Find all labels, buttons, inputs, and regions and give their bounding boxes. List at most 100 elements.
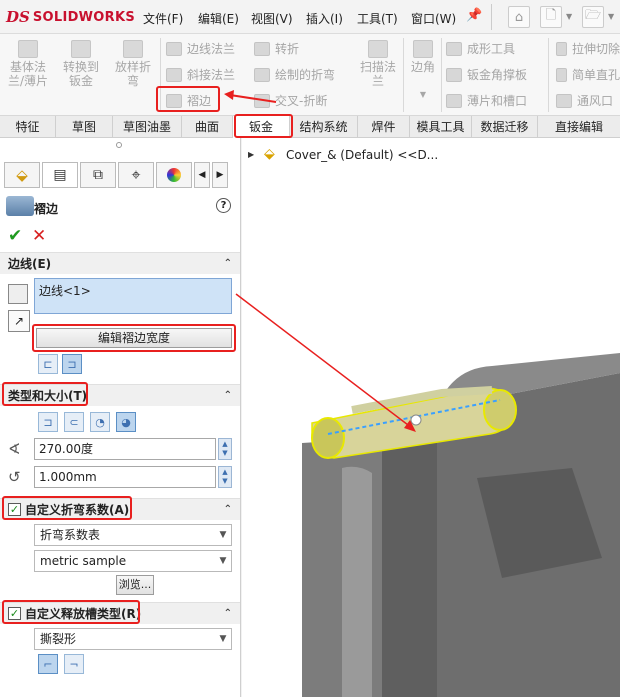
- radius-icon: ↺: [8, 468, 21, 486]
- sketched-bend-label: 绘制的折弯: [275, 68, 336, 82]
- solidworks-logo[interactable]: DS SOLIDWORKS: [6, 8, 135, 26]
- ok-button[interactable]: ✔: [8, 226, 22, 246]
- menu-insert[interactable]: 插入(I): [306, 10, 343, 27]
- bend-table-select[interactable]: metric sample ▼: [34, 550, 232, 572]
- chevron-down-icon[interactable]: ▼: [215, 525, 231, 545]
- callout-arrow: [224, 90, 277, 103]
- pin-icon[interactable]: 📌: [466, 8, 482, 23]
- base-flange-button[interactable]: 基体法兰/薄片: [6, 40, 50, 88]
- chevron-down-icon[interactable]: ▼: [608, 12, 614, 21]
- hem-rolled-icon[interactable]: ◕: [116, 412, 136, 432]
- hem-open-icon[interactable]: ⊂: [64, 412, 84, 432]
- edges-section-header[interactable]: 边线(E) ⌃: [0, 252, 240, 274]
- swept-flange-label: 扫描法兰: [359, 60, 396, 88]
- radius-input[interactable]: 1.000mm: [34, 466, 216, 488]
- jog-button[interactable]: 转折: [254, 40, 299, 57]
- home-icon[interactable]: ⌂: [508, 6, 530, 28]
- cancel-button[interactable]: ✕: [32, 226, 46, 246]
- hem-closed-icon[interactable]: ⊐: [38, 412, 58, 432]
- collapse-icon[interactable]: ⌃: [224, 390, 232, 401]
- jog-icon: [254, 41, 270, 56]
- tab-structure-system[interactable]: 结构系统: [290, 116, 358, 138]
- angle-input[interactable]: 270.00度: [34, 438, 216, 460]
- edge-flange-button[interactable]: 边线法兰: [166, 40, 235, 57]
- extruded-cut-label: 拉伸切除: [571, 42, 620, 56]
- gusset-label: 钣金角撑板: [467, 68, 528, 82]
- menu-window[interactable]: 窗口(W): [411, 10, 456, 27]
- rip-outside-icon[interactable]: ¬: [64, 654, 84, 674]
- hem-teardrop-icon[interactable]: ◔: [90, 412, 110, 432]
- new-document-icon[interactable]: 🗋: [540, 6, 562, 28]
- tab-data-migration[interactable]: 数据迁移: [472, 116, 538, 138]
- collapse-icon[interactable]: ⌃: [224, 504, 232, 515]
- dimxpert-icon[interactable]: ⌖: [118, 162, 154, 188]
- reverse-direction-icon[interactable]: ↗: [8, 310, 30, 332]
- open-folder-icon[interactable]: 🗁: [582, 6, 604, 28]
- tab-slot-label: 薄片和槽口: [467, 94, 528, 108]
- command-manager-tabs: 特征 草图 草图油墨 曲面 钣金 结构系统 焊件 模具工具 数据迁移 直接编辑: [0, 116, 620, 138]
- scroll-right-icon[interactable]: ▶: [212, 162, 228, 188]
- tab-mold-tools[interactable]: 模具工具: [410, 116, 472, 138]
- tab-features[interactable]: 特征: [0, 116, 56, 138]
- menu-view[interactable]: 视图(V): [251, 10, 293, 27]
- radius-spinner[interactable]: ▲ ▼: [218, 466, 232, 488]
- panel-grip-icon[interactable]: [116, 142, 122, 148]
- ribbon-divider: [441, 38, 442, 112]
- edges-selection-box[interactable]: 边线<1>: [34, 278, 232, 314]
- menu-file[interactable]: 文件(F): [143, 10, 183, 27]
- angle-spinner[interactable]: ▲ ▼: [218, 438, 232, 460]
- forming-tool-button[interactable]: 成形工具: [446, 40, 515, 57]
- hem-roll-front: [342, 466, 372, 697]
- bend-allowance-type-select[interactable]: 折弯系数表 ▼: [34, 524, 232, 546]
- feature-manager-icon[interactable]: ⬙: [4, 162, 40, 188]
- hem-highlight-box: [156, 86, 220, 112]
- tab-slot-icon: [446, 93, 462, 108]
- lofted-bend-label: 放样折弯: [114, 60, 151, 88]
- property-manager-icon[interactable]: ▤: [42, 162, 78, 188]
- lofted-bend-button[interactable]: 放样折弯: [110, 40, 156, 88]
- hem-end-right: [483, 389, 517, 431]
- title-bar: DS SOLIDWORKS 文件(F) 编辑(E) 视图(V) 插入(I) 工具…: [0, 0, 620, 34]
- chevron-down-icon[interactable]: ▼: [407, 88, 439, 102]
- convert-icon: [71, 40, 91, 58]
- configuration-manager-icon[interactable]: ⧉: [80, 162, 116, 188]
- corners-icon: [413, 40, 433, 58]
- chevron-down-icon[interactable]: ▼: [566, 12, 572, 21]
- tab-and-slot-button[interactable]: 薄片和槽口: [446, 92, 527, 109]
- rip-inside-icon[interactable]: ⌐: [38, 654, 58, 674]
- collapse-icon[interactable]: ⌃: [224, 258, 232, 269]
- chevron-down-icon[interactable]: ▼: [215, 629, 231, 649]
- sketched-bend-button[interactable]: 绘制的折弯: [254, 66, 335, 83]
- swept-flange-button[interactable]: 扫描法兰: [356, 40, 400, 88]
- gusset-button[interactable]: 钣金角撑板: [446, 66, 527, 83]
- corners-label: 边角: [410, 60, 435, 74]
- display-manager-icon[interactable]: [156, 162, 192, 188]
- bend-outside-icon[interactable]: ⊐: [62, 354, 82, 374]
- relief-type-select[interactable]: 撕裂形 ▼: [34, 628, 232, 650]
- scroll-left-icon[interactable]: ◀: [194, 162, 210, 188]
- menu-tools[interactable]: 工具(T): [357, 10, 398, 27]
- help-icon[interactable]: ?: [216, 198, 231, 213]
- convert-to-sheet-metal-button[interactable]: 转换到钣金: [58, 40, 104, 88]
- tab-weldments[interactable]: 焊件: [358, 116, 410, 138]
- vent-icon: [556, 93, 572, 108]
- tab-sketch-ink[interactable]: 草图油墨: [113, 116, 182, 138]
- chevron-down-icon[interactable]: ▼: [215, 551, 231, 571]
- vent-button[interactable]: 通风口: [556, 92, 620, 109]
- edge-item[interactable]: 边线<1>: [39, 284, 91, 298]
- side-wall: [382, 408, 437, 697]
- tab-surfaces[interactable]: 曲面: [182, 116, 233, 138]
- extruded-cut-button[interactable]: 拉伸切除: [556, 40, 620, 57]
- material-inside-icon[interactable]: ⊏: [38, 354, 58, 374]
- menu-edit[interactable]: 编辑(E): [198, 10, 239, 27]
- corners-button[interactable]: 边角 ▼: [407, 40, 439, 102]
- browse-button[interactable]: 浏览...: [116, 575, 154, 595]
- simple-hole-button[interactable]: 简单直孔: [556, 66, 620, 83]
- relief-type-value: 撕裂形: [40, 632, 77, 646]
- tab-direct-editing[interactable]: 直接编辑: [538, 116, 620, 138]
- miter-flange-button[interactable]: 斜接法兰: [166, 66, 235, 83]
- relief-highlight: [2, 600, 140, 624]
- bend-type-value: 折弯系数表: [40, 528, 101, 542]
- collapse-icon[interactable]: ⌃: [224, 608, 232, 619]
- tab-sketch[interactable]: 草图: [56, 116, 113, 138]
